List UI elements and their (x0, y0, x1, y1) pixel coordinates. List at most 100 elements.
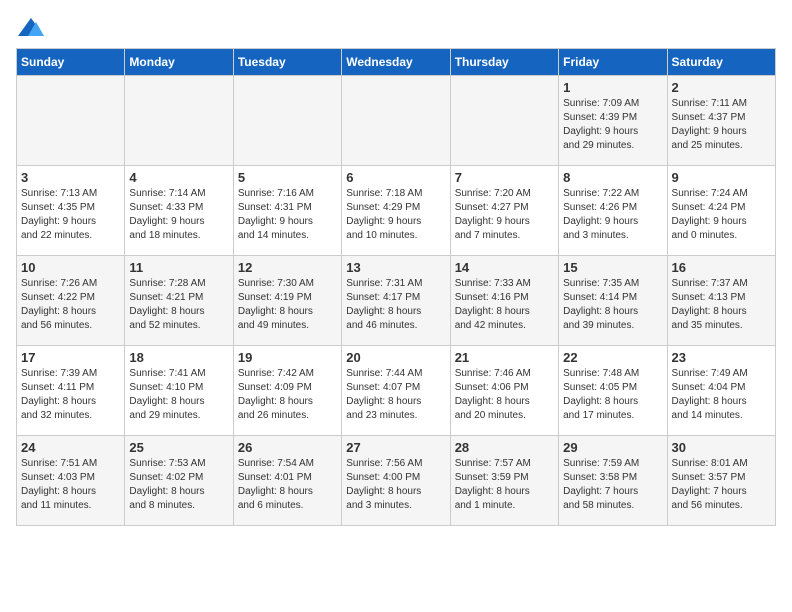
day-info: Sunrise: 7:39 AM Sunset: 4:11 PM Dayligh… (21, 367, 120, 423)
day-number: 4 (129, 170, 228, 185)
calendar-cell: 5 Sunrise: 7:16 AM Sunset: 4:31 PM Daylig… (233, 166, 341, 256)
weekday-header-sunday: Sunday (17, 49, 125, 76)
calendar-cell: 11 Sunrise: 7:28 AM Sunset: 4:21 PM Dayli… (125, 256, 233, 346)
day-number: 17 (21, 350, 120, 365)
day-number: 13 (346, 260, 445, 275)
day-number: 21 (455, 350, 554, 365)
page-header (16, 16, 776, 40)
day-number: 14 (455, 260, 554, 275)
calendar-cell (125, 76, 233, 166)
day-number: 6 (346, 170, 445, 185)
weekday-header-wednesday: Wednesday (342, 49, 450, 76)
day-info: Sunrise: 7:44 AM Sunset: 4:07 PM Dayligh… (346, 367, 445, 423)
day-info: Sunrise: 7:30 AM Sunset: 4:19 PM Dayligh… (238, 277, 337, 333)
calendar-cell: 7 Sunrise: 7:20 AM Sunset: 4:27 PM Daylig… (450, 166, 558, 256)
day-info: Sunrise: 7:22 AM Sunset: 4:26 PM Dayligh… (563, 187, 662, 243)
day-info: Sunrise: 7:54 AM Sunset: 4:01 PM Dayligh… (238, 457, 337, 513)
day-info: Sunrise: 7:59 AM Sunset: 3:58 PM Dayligh… (563, 457, 662, 513)
day-number: 16 (672, 260, 771, 275)
day-info: Sunrise: 7:35 AM Sunset: 4:14 PM Dayligh… (563, 277, 662, 333)
day-number: 9 (672, 170, 771, 185)
calendar-table: SundayMondayTuesdayWednesdayThursdayFrid… (16, 48, 776, 526)
calendar-cell (450, 76, 558, 166)
calendar-cell: 3Sunrise: 7:13 AM Sunset: 4:35 PM Daylig… (17, 166, 125, 256)
calendar-week-row: 24 Sunrise: 7:51 AM Sunset: 4:03 PM Dayli… (17, 436, 776, 526)
calendar-cell: 19 Sunrise: 7:42 AM Sunset: 4:09 PM Dayli… (233, 346, 341, 436)
day-info: Sunrise: 7:11 AM Sunset: 4:37 PM Dayligh… (672, 97, 771, 153)
day-number: 5 (238, 170, 337, 185)
weekday-header-monday: Monday (125, 49, 233, 76)
calendar-cell: 4 Sunrise: 7:14 AM Sunset: 4:33 PM Daylig… (125, 166, 233, 256)
day-info: Sunrise: 8:01 AM Sunset: 3:57 PM Dayligh… (672, 457, 771, 513)
day-number: 30 (672, 440, 771, 455)
calendar-cell: 23 Sunrise: 7:49 AM Sunset: 4:04 PM Dayli… (667, 346, 775, 436)
day-info: Sunrise: 7:56 AM Sunset: 4:00 PM Dayligh… (346, 457, 445, 513)
calendar-week-row: 1 Sunrise: 7:09 AM Sunset: 4:39 PM Daylig… (17, 76, 776, 166)
weekday-header-friday: Friday (559, 49, 667, 76)
day-number: 10 (21, 260, 120, 275)
calendar-cell: 16 Sunrise: 7:37 AM Sunset: 4:13 PM Dayli… (667, 256, 775, 346)
calendar-cell: 12Sunrise: 7:30 AM Sunset: 4:19 PM Dayli… (233, 256, 341, 346)
day-number: 24 (21, 440, 120, 455)
weekday-header-saturday: Saturday (667, 49, 775, 76)
day-info: Sunrise: 7:42 AM Sunset: 4:09 PM Dayligh… (238, 367, 337, 423)
day-number: 20 (346, 350, 445, 365)
calendar-cell: 26 Sunrise: 7:54 AM Sunset: 4:01 PM Dayli… (233, 436, 341, 526)
calendar-cell: 13 Sunrise: 7:31 AM Sunset: 4:17 PM Dayli… (342, 256, 450, 346)
day-info: Sunrise: 7:24 AM Sunset: 4:24 PM Dayligh… (672, 187, 771, 243)
calendar-cell: 6 Sunrise: 7:18 AM Sunset: 4:29 PM Daylig… (342, 166, 450, 256)
day-info: Sunrise: 7:33 AM Sunset: 4:16 PM Dayligh… (455, 277, 554, 333)
calendar-week-row: 17 Sunrise: 7:39 AM Sunset: 4:11 PM Dayli… (17, 346, 776, 436)
day-number: 28 (455, 440, 554, 455)
day-number: 11 (129, 260, 228, 275)
calendar-cell: 2 Sunrise: 7:11 AM Sunset: 4:37 PM Daylig… (667, 76, 775, 166)
day-number: 1 (563, 80, 662, 95)
day-number: 2 (672, 80, 771, 95)
calendar-cell: 18 Sunrise: 7:41 AM Sunset: 4:10 PM Dayli… (125, 346, 233, 436)
calendar-cell: 28Sunrise: 7:57 AM Sunset: 3:59 PM Dayli… (450, 436, 558, 526)
day-info: Sunrise: 7:37 AM Sunset: 4:13 PM Dayligh… (672, 277, 771, 333)
day-number: 8 (563, 170, 662, 185)
day-info: Sunrise: 7:51 AM Sunset: 4:03 PM Dayligh… (21, 457, 120, 513)
weekday-header-thursday: Thursday (450, 49, 558, 76)
day-info: Sunrise: 7:31 AM Sunset: 4:17 PM Dayligh… (346, 277, 445, 333)
day-info: Sunrise: 7:41 AM Sunset: 4:10 PM Dayligh… (129, 367, 228, 423)
calendar-cell (233, 76, 341, 166)
day-info: Sunrise: 7:16 AM Sunset: 4:31 PM Dayligh… (238, 187, 337, 243)
day-info: Sunrise: 7:20 AM Sunset: 4:27 PM Dayligh… (455, 187, 554, 243)
day-info: Sunrise: 7:18 AM Sunset: 4:29 PM Dayligh… (346, 187, 445, 243)
day-info: Sunrise: 7:49 AM Sunset: 4:04 PM Dayligh… (672, 367, 771, 423)
calendar-cell: 24 Sunrise: 7:51 AM Sunset: 4:03 PM Dayli… (17, 436, 125, 526)
day-number: 26 (238, 440, 337, 455)
day-info: Sunrise: 7:09 AM Sunset: 4:39 PM Dayligh… (563, 97, 662, 153)
calendar-cell: 9 Sunrise: 7:24 AM Sunset: 4:24 PM Daylig… (667, 166, 775, 256)
calendar-cell: 21 Sunrise: 7:46 AM Sunset: 4:06 PM Dayli… (450, 346, 558, 436)
day-number: 15 (563, 260, 662, 275)
day-number: 19 (238, 350, 337, 365)
calendar-cell: 1 Sunrise: 7:09 AM Sunset: 4:39 PM Daylig… (559, 76, 667, 166)
day-info: Sunrise: 7:28 AM Sunset: 4:21 PM Dayligh… (129, 277, 228, 333)
day-number: 27 (346, 440, 445, 455)
calendar-cell: 20 Sunrise: 7:44 AM Sunset: 4:07 PM Dayli… (342, 346, 450, 436)
day-info: Sunrise: 7:53 AM Sunset: 4:02 PM Dayligh… (129, 457, 228, 513)
weekday-header-tuesday: Tuesday (233, 49, 341, 76)
calendar-cell: 15 Sunrise: 7:35 AM Sunset: 4:14 PM Dayli… (559, 256, 667, 346)
day-info: Sunrise: 7:46 AM Sunset: 4:06 PM Dayligh… (455, 367, 554, 423)
calendar-cell (342, 76, 450, 166)
day-number: 18 (129, 350, 228, 365)
day-number: 25 (129, 440, 228, 455)
logo (16, 16, 50, 40)
day-number: 7 (455, 170, 554, 185)
day-number: 22 (563, 350, 662, 365)
day-info: Sunrise: 7:14 AM Sunset: 4:33 PM Dayligh… (129, 187, 228, 243)
calendar-week-row: 3Sunrise: 7:13 AM Sunset: 4:35 PM Daylig… (17, 166, 776, 256)
calendar-cell: 27 Sunrise: 7:56 AM Sunset: 4:00 PM Dayli… (342, 436, 450, 526)
calendar-cell: 17 Sunrise: 7:39 AM Sunset: 4:11 PM Dayli… (17, 346, 125, 436)
day-info: Sunrise: 7:48 AM Sunset: 4:05 PM Dayligh… (563, 367, 662, 423)
logo-icon (16, 16, 46, 40)
calendar-cell: 30 Sunrise: 8:01 AM Sunset: 3:57 PM Dayli… (667, 436, 775, 526)
day-info: Sunrise: 7:13 AM Sunset: 4:35 PM Dayligh… (21, 187, 120, 243)
calendar-cell: 29Sunrise: 7:59 AM Sunset: 3:58 PM Dayli… (559, 436, 667, 526)
day-number: 23 (672, 350, 771, 365)
calendar-cell: 14 Sunrise: 7:33 AM Sunset: 4:16 PM Dayli… (450, 256, 558, 346)
